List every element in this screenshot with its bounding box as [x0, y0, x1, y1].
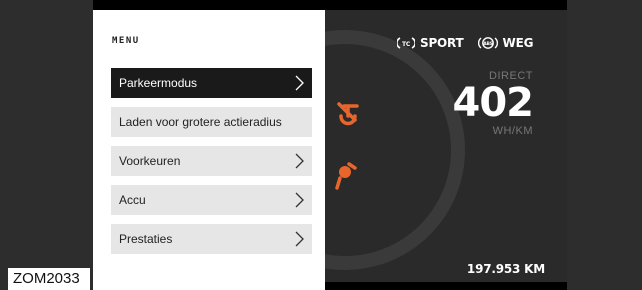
- odometer: 197.953 KM: [466, 262, 545, 276]
- menu-item-label: Parkeermodus: [119, 76, 198, 90]
- menu-item-label: Laden voor grotere actieradius: [119, 115, 282, 129]
- vehicle-display: TC SPORT ABS WEG DIRECT 402 WH/KM 197.95…: [93, 0, 567, 290]
- menu-title: MENU: [112, 36, 140, 46]
- chevron-right-icon: [294, 75, 306, 91]
- image-code-label: ZOM2033: [8, 268, 90, 290]
- menu-item-parkeermodus[interactable]: Parkeermodus: [111, 68, 312, 98]
- chevron-right-icon: [294, 153, 306, 169]
- svg-text:ABS: ABS: [483, 41, 493, 47]
- indicator-abs: ABS WEG: [477, 36, 534, 50]
- menu-panel: MENU Parkeermodus Laden voor grotere act…: [93, 10, 325, 290]
- chevron-right-icon: [294, 192, 306, 208]
- energy-consumption: DIRECT 402 WH/KM: [453, 70, 534, 137]
- svg-text:TC: TC: [402, 41, 411, 48]
- consumption-unit: WH/KM: [492, 125, 533, 137]
- indicator-abs-label: WEG: [502, 36, 534, 50]
- abs-icon: ABS: [477, 36, 498, 50]
- indicator-traction: TC SPORT: [397, 36, 464, 50]
- right-margin: [567, 0, 642, 290]
- plug-fault-icon: [335, 100, 361, 135]
- chevron-right-icon: [294, 231, 306, 247]
- charging-plug-icon: [335, 160, 357, 195]
- menu-item-prestaties[interactable]: Prestaties: [111, 224, 312, 254]
- menu-item-accu[interactable]: Accu: [111, 185, 312, 215]
- drive-mode-indicators: TC SPORT ABS WEG: [397, 36, 547, 50]
- menu-list: Parkeermodus Laden voor grotere actierad…: [111, 68, 312, 263]
- menu-item-label: Accu: [119, 193, 146, 207]
- image-code-text: ZOM2033: [13, 270, 80, 287]
- indicator-traction-label: SPORT: [420, 36, 464, 50]
- instrument-cluster: TC SPORT ABS WEG DIRECT 402 WH/KM 197.95…: [225, 10, 567, 282]
- menu-item-label: Voorkeuren: [119, 154, 181, 168]
- traction-control-icon: TC: [397, 36, 415, 50]
- menu-item-label: Prestaties: [119, 232, 173, 246]
- consumption-value: 402: [452, 80, 534, 126]
- menu-item-laden[interactable]: Laden voor grotere actieradius: [111, 107, 312, 137]
- menu-item-voorkeuren[interactable]: Voorkeuren: [111, 146, 312, 176]
- left-margin: [0, 0, 93, 290]
